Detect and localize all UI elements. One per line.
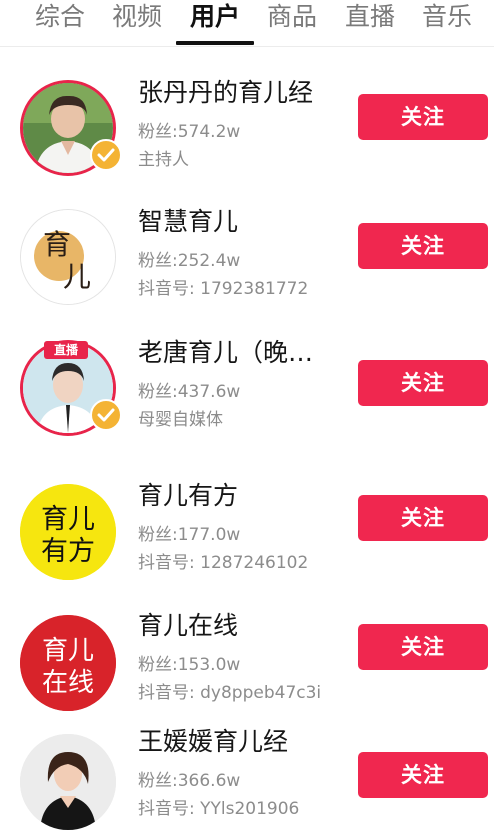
avatar-glyph: 儿	[63, 260, 91, 293]
user-name[interactable]: 王媛媛育儿经	[138, 727, 288, 757]
follow-button[interactable]: 关注	[358, 360, 488, 406]
user-row[interactable]: 直播 老唐育儿（晚… 粉丝:437.6w 母婴自媒体 关注	[0, 305, 494, 436]
fans-count: 粉丝:366.6w	[138, 771, 241, 791]
user-subtitle: 抖音号: YYls201906	[138, 799, 300, 819]
user-name[interactable]: 老唐育儿（晚…	[138, 338, 313, 368]
live-badge: 直播	[44, 341, 88, 359]
tab-comprehensive[interactable]: 综合	[29, 0, 91, 38]
user-name[interactable]: 智慧育儿	[138, 207, 238, 237]
avatar[interactable]	[20, 734, 116, 830]
follow-button[interactable]: 关注	[358, 223, 488, 269]
user-name[interactable]: 育儿有方	[138, 481, 238, 511]
fans-count: 粉丝:153.0w	[138, 655, 241, 675]
follow-button[interactable]: 关注	[358, 624, 488, 670]
tab-videos[interactable]: 视频	[106, 0, 168, 38]
user-subtitle: 抖音号: 1792381772	[138, 279, 309, 299]
avatar-glyph: 育	[43, 228, 71, 261]
user-name[interactable]: 张丹丹的育儿经	[138, 78, 313, 108]
search-tab-bar: 综合 视频 用户 商品 直播 音乐	[0, 0, 494, 47]
tab-products[interactable]: 商品	[261, 0, 323, 38]
avatar-glyph: 育儿	[42, 636, 94, 666]
verified-badge-icon	[90, 399, 122, 431]
user-row[interactable]: 育 儿 智慧育儿 粉丝:252.4w 抖音号: 1792381772 关注	[0, 176, 494, 305]
user-row[interactable]: 育儿 在线 育儿在线 粉丝:153.0w 抖音号: dy8ppeb47c3i 关…	[0, 563, 494, 711]
user-row[interactable]: 王媛媛育儿经 粉丝:366.6w 抖音号: YYls201906 关注	[0, 692, 494, 830]
fans-count: 粉丝:252.4w	[138, 251, 241, 271]
fans-count: 粉丝:574.2w	[138, 122, 241, 142]
user-subtitle: 母婴自媒体	[138, 410, 223, 430]
avatar-glyph: 育儿	[41, 504, 95, 535]
follow-button[interactable]: 关注	[358, 495, 488, 541]
verified-badge-icon	[90, 139, 122, 171]
user-name[interactable]: 育儿在线	[138, 611, 238, 641]
avatar-photo	[20, 734, 116, 830]
user-row[interactable]: 育儿 有方 育儿有方 粉丝:177.0w 抖音号: 1287246102 关注	[0, 434, 494, 580]
fans-count: 粉丝:177.0w	[138, 525, 241, 545]
follow-button[interactable]: 关注	[358, 752, 488, 798]
tab-users[interactable]: 用户	[184, 0, 246, 38]
avatar-logo: 育 儿	[21, 210, 115, 304]
follow-button[interactable]: 关注	[358, 94, 488, 140]
user-subtitle: 主持人	[138, 150, 189, 170]
tab-live[interactable]: 直播	[339, 0, 401, 38]
active-tab-indicator	[176, 41, 254, 45]
avatar[interactable]: 育 儿	[20, 209, 116, 305]
tab-music[interactable]: 音乐	[416, 0, 478, 38]
user-row[interactable]: 张丹丹的育儿经 粉丝:574.2w 主持人 关注	[0, 47, 494, 176]
fans-count: 粉丝:437.6w	[138, 382, 241, 402]
